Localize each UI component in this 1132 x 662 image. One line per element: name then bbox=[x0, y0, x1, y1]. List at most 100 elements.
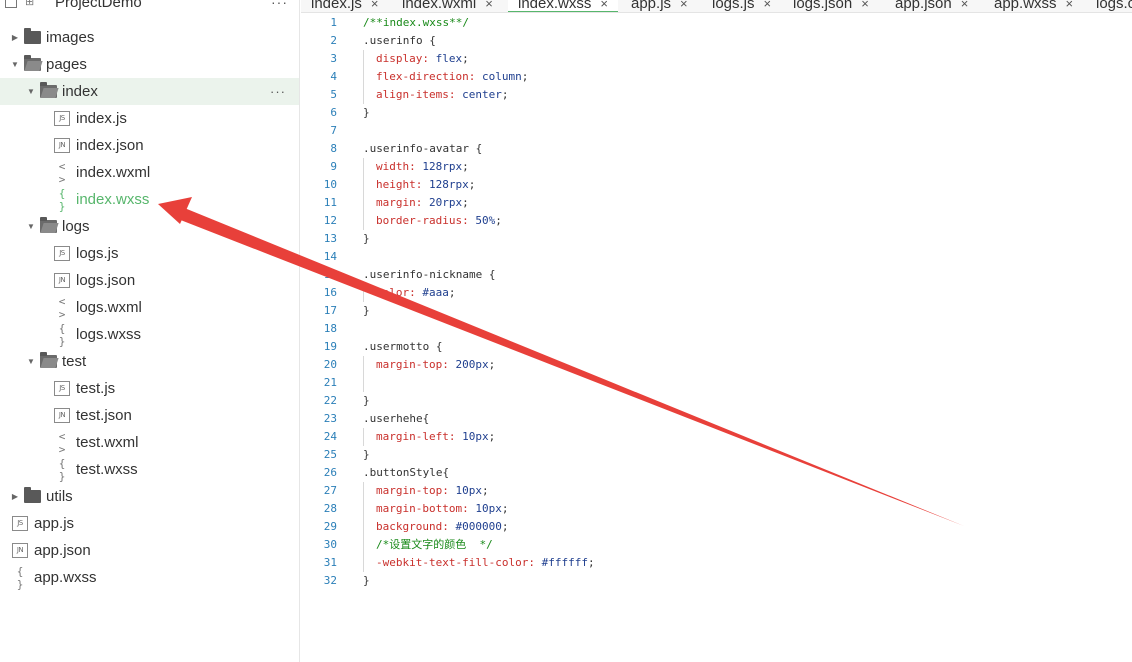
tree-item-test-js[interactable]: JS test.js bbox=[0, 375, 299, 402]
tree-item-logs-js[interactable]: JS logs.js bbox=[0, 240, 299, 267]
code-line[interactable]: 32} bbox=[301, 572, 1132, 590]
code-line[interactable]: 9 width: 128rpx; bbox=[301, 158, 1132, 176]
line-number: 12 bbox=[323, 214, 337, 227]
tree-item-app-wxss[interactable]: { } app.wxss bbox=[0, 564, 299, 591]
code-token: 10px bbox=[462, 430, 489, 443]
code-line[interactable]: 13} bbox=[301, 230, 1132, 248]
chevron-down-icon[interactable]: ▼ bbox=[26, 87, 36, 96]
tree-item-index-js[interactable]: JS index.js bbox=[0, 105, 299, 132]
line-number: 2 bbox=[330, 34, 337, 47]
code-text: .userinfo-nickname { bbox=[363, 266, 495, 284]
tree-item-index-json[interactable]: JN index.json bbox=[0, 132, 299, 159]
tree-item-index-wxss[interactable]: { } index.wxss bbox=[0, 186, 299, 213]
tree-item-logs-wxss[interactable]: { } logs.wxss bbox=[0, 321, 299, 348]
code-line[interactable]: 11 margin: 20rpx; bbox=[301, 194, 1132, 212]
chevron-down-icon[interactable]: ▼ bbox=[10, 60, 20, 69]
tree-item-utils[interactable]: ▶ utils bbox=[0, 483, 299, 510]
code-editor[interactable]: 1 /**index.wxss**/ 2 .userinfo {3 display: f… bbox=[301, 14, 1132, 662]
code-line[interactable]: 31 -webkit-text-fill-color: #ffffff; bbox=[301, 554, 1132, 572]
tab-app-json[interactable]: app.json × bbox=[895, 0, 969, 12]
code-token: ; bbox=[468, 178, 476, 191]
tree-item-pages[interactable]: ▼ pages bbox=[0, 51, 299, 78]
code-line[interactable]: 4 flex-direction: column; bbox=[301, 68, 1132, 86]
line-number: 9 bbox=[330, 160, 337, 173]
code-line[interactable]: 14 bbox=[301, 248, 1132, 266]
code-token: height bbox=[376, 178, 416, 191]
tree-item-test-json[interactable]: JN test.json bbox=[0, 402, 299, 429]
code-line[interactable]: 16 color: #aaa; bbox=[301, 284, 1132, 302]
close-icon[interactable]: × bbox=[1066, 0, 1074, 11]
more-options-icon[interactable]: ··· bbox=[271, 0, 288, 10]
close-icon[interactable]: × bbox=[680, 0, 688, 11]
code-token: } bbox=[363, 394, 370, 407]
code-line[interactable]: 2 .userinfo { bbox=[301, 32, 1132, 50]
code-line[interactable]: 19 .usermotto { bbox=[301, 338, 1132, 356]
close-icon[interactable]: × bbox=[485, 0, 493, 11]
code-text: } bbox=[363, 302, 370, 320]
close-icon[interactable]: × bbox=[961, 0, 969, 11]
tree-item-index-wxml[interactable]: < > index.wxml bbox=[0, 159, 299, 186]
chevron-down-icon[interactable]: ▼ bbox=[26, 357, 36, 366]
close-icon[interactable]: × bbox=[371, 0, 379, 11]
code-line[interactable]: 22} bbox=[301, 392, 1132, 410]
tree-item-app-js[interactable]: JS app.js bbox=[0, 510, 299, 537]
tab-logs-js[interactable]: logs.js × bbox=[712, 0, 772, 12]
code-token: display bbox=[376, 52, 423, 65]
code-line[interactable]: 25} bbox=[301, 446, 1132, 464]
close-icon[interactable]: × bbox=[600, 0, 608, 11]
tree-item-logs-json[interactable]: JN logs.json bbox=[0, 267, 299, 294]
code-line[interactable]: 8 .userinfo-avatar { bbox=[301, 140, 1132, 158]
code-line[interactable]: 10 height: 128rpx; bbox=[301, 176, 1132, 194]
close-icon[interactable]: × bbox=[861, 0, 869, 11]
tree-item-label: index.wxml bbox=[76, 164, 151, 181]
code-line[interactable]: 17} bbox=[301, 302, 1132, 320]
tree-item-images[interactable]: ▶ images bbox=[0, 24, 299, 51]
tree-item-test-wxss[interactable]: { } test.wxss bbox=[0, 456, 299, 483]
close-icon[interactable]: × bbox=[764, 0, 772, 11]
tab-index-wxss[interactable]: index.wxss × bbox=[508, 0, 618, 12]
code-token: margin-bottom bbox=[376, 502, 463, 515]
tab-app-js[interactable]: app.js × bbox=[631, 0, 688, 12]
code-line[interactable]: 20 margin-top: 200px; bbox=[301, 356, 1132, 374]
project-tree-icon[interactable]: ⊞ bbox=[25, 0, 39, 8]
code-line[interactable]: 30 /*设置文字的颜色 */ bbox=[301, 536, 1132, 554]
checkbox-icon[interactable] bbox=[5, 0, 17, 8]
line-number: 18 bbox=[323, 322, 337, 335]
tree-item-index[interactable]: ▼ index ··· bbox=[0, 78, 299, 105]
code-line[interactable]: 6} bbox=[301, 104, 1132, 122]
tree-item-label: test.wxss bbox=[76, 461, 138, 478]
code-token: flex-direction bbox=[376, 70, 469, 83]
folder-open-icon bbox=[24, 55, 41, 71]
code-line[interactable]: 26 .buttonStyle{ bbox=[301, 464, 1132, 482]
chevron-down-icon[interactable]: ▼ bbox=[26, 222, 36, 231]
line-number: 23 bbox=[323, 412, 337, 425]
code-line[interactable]: 12 border-radius: 50%; bbox=[301, 212, 1132, 230]
tree-item-app-json[interactable]: JN app.json bbox=[0, 537, 299, 564]
code-line[interactable]: 27 margin-top: 10px; bbox=[301, 482, 1132, 500]
tree-item-logs-wxml[interactable]: < > logs.wxml bbox=[0, 294, 299, 321]
code-line[interactable]: 29 background: #000000; bbox=[301, 518, 1132, 536]
code-token: } bbox=[363, 106, 370, 119]
code-line[interactable]: 23 .userhehe{ bbox=[301, 410, 1132, 428]
chevron-right-icon[interactable]: ▶ bbox=[10, 492, 20, 501]
tab-index-wxml[interactable]: index.wxml × bbox=[402, 0, 493, 12]
tree-item-logs[interactable]: ▼ logs bbox=[0, 213, 299, 240]
chevron-right-icon[interactable]: ▶ bbox=[10, 33, 20, 42]
more-options-icon[interactable]: ··· bbox=[270, 84, 286, 99]
tab-logs-c[interactable]: logs.c bbox=[1096, 0, 1132, 12]
tree-item-test[interactable]: ▼ test bbox=[0, 348, 299, 375]
code-line[interactable]: 3 display: flex; bbox=[301, 50, 1132, 68]
code-line[interactable]: 15 .userinfo-nickname { bbox=[301, 266, 1132, 284]
code-line[interactable]: 21 bbox=[301, 374, 1132, 392]
code-line[interactable]: 7 bbox=[301, 122, 1132, 140]
code-line[interactable]: 24 margin-left: 10px; bbox=[301, 428, 1132, 446]
code-line[interactable]: 28 margin-bottom: 10px; bbox=[301, 500, 1132, 518]
code-line[interactable]: 18 bbox=[301, 320, 1132, 338]
tree-item-label: logs.wxss bbox=[76, 326, 142, 343]
code-line[interactable]: 1 /**index.wxss**/ bbox=[301, 14, 1132, 32]
tab-logs-json[interactable]: logs.json × bbox=[793, 0, 869, 12]
tab-index-js[interactable]: index.js × bbox=[311, 0, 379, 12]
tab-app-wxss[interactable]: app.wxss × bbox=[994, 0, 1074, 12]
tree-item-test-wxml[interactable]: < > test.wxml bbox=[0, 429, 299, 456]
code-line[interactable]: 5 align-items: center; bbox=[301, 86, 1132, 104]
